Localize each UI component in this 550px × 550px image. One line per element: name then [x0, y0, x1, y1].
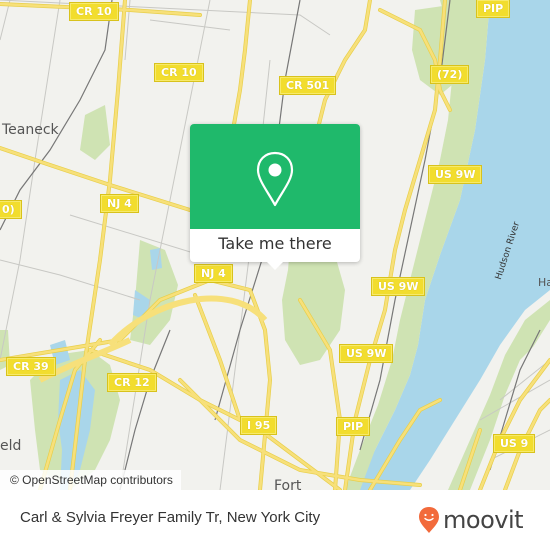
moovit-wordmark: moovit [443, 506, 524, 534]
road-shield-nj4: NJ 4 [194, 264, 233, 283]
location-popup[interactable]: Take me there [190, 124, 360, 270]
road-shield-i95: I 95 [239, 416, 278, 435]
map-view[interactable]: Teaneck eld Fort Ha Hudson River CR 10 C… [0, 0, 550, 490]
road-shield-us9: US 9 [492, 434, 536, 453]
road-shield-cr10: CR 10 [154, 63, 204, 82]
map-attribution[interactable]: © OpenStreetMap contributors [0, 470, 181, 490]
place-label-ha: Ha [538, 276, 550, 289]
road-shield-cr501: CR 501 [278, 76, 337, 95]
road-shield-us9w: US 9W [427, 165, 483, 184]
popup-header [190, 124, 360, 229]
map-pin-icon [256, 151, 294, 207]
place-label-teaneck: Teaneck [2, 122, 59, 138]
popup-pointer [266, 261, 284, 270]
road-shield-pip: PIP [475, 0, 511, 18]
footer-bar: Carl & Sylvia Freyer Family Tr, New York… [0, 490, 550, 550]
place-label-fort: Fort [274, 478, 302, 490]
road-shield-cr39: CR 39 [6, 357, 56, 376]
location-title: Carl & Sylvia Freyer Family Tr, New York… [20, 509, 321, 526]
road-shield-cr12: CR 12 [107, 373, 157, 392]
road-shield-cr10: CR 10 [69, 2, 119, 21]
moovit-pin-icon [419, 507, 439, 533]
moovit-logo[interactable]: moovit [418, 506, 524, 534]
road-shield-route72: (72) [429, 65, 470, 84]
road-shield-cr10: 0) [0, 200, 22, 219]
road-shield-us9w: US 9W [370, 277, 426, 296]
road-shield-us9w: US 9W [338, 344, 394, 363]
road-shield-nj4: NJ 4 [100, 194, 139, 213]
place-label-ridgefield: eld [0, 438, 22, 454]
park-area [80, 105, 110, 160]
take-me-there-button[interactable]: Take me there [190, 229, 360, 262]
road-shield-pip: PIP [335, 417, 371, 436]
